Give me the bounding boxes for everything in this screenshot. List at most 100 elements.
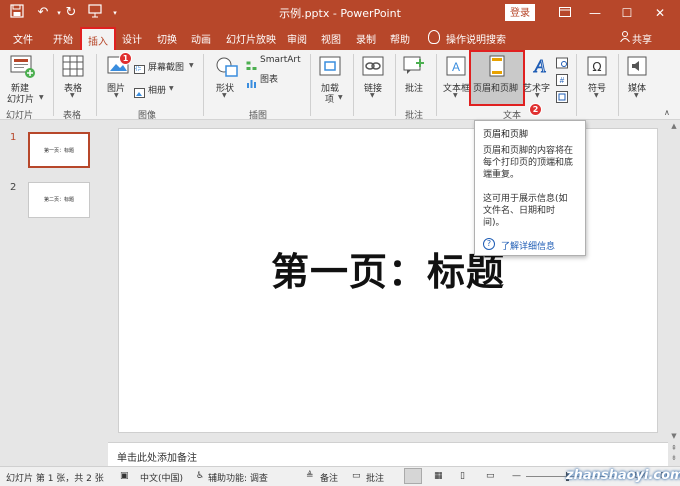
chevron-down-icon[interactable]: ▼ <box>338 94 343 101</box>
previous-slide-icon[interactable]: ⇞ <box>670 444 678 452</box>
comment-label[interactable]: 批注 <box>405 81 423 94</box>
collapse-ribbon-icon[interactable]: ∧ <box>664 108 670 117</box>
tab-help[interactable]: 帮助 <box>390 31 410 46</box>
minimize-icon[interactable]: — <box>580 2 610 24</box>
chevron-down-icon[interactable]: ▼ <box>114 92 119 99</box>
screenshot-label[interactable]: 屏幕截图 <box>148 60 184 73</box>
symbol-icon[interactable]: Ω <box>587 56 607 80</box>
tab-review[interactable]: 审阅 <box>287 31 307 46</box>
chevron-down-icon[interactable]: ▼ <box>634 92 639 99</box>
tab-animations[interactable]: 动画 <box>191 31 211 46</box>
group-divider <box>310 54 311 116</box>
tab-transitions[interactable]: 切换 <box>157 31 177 46</box>
notes-pane[interactable]: 单击此处添加备注 <box>108 442 668 466</box>
notes-icon[interactable]: ≜ <box>306 471 314 481</box>
addins-icon[interactable] <box>319 56 341 80</box>
tab-home[interactable]: 开始 <box>53 31 73 46</box>
object-icon[interactable] <box>556 88 568 107</box>
new-slide-icon[interactable] <box>10 55 36 83</box>
svg-text:#: # <box>560 76 565 85</box>
group-comments-label: 批注 <box>405 111 424 121</box>
login-button[interactable]: 登录 <box>505 4 535 21</box>
album-label[interactable]: 相册 <box>148 83 166 96</box>
comment-icon[interactable] <box>403 56 425 80</box>
header-footer-button[interactable]: 页眉和页脚 <box>469 50 525 106</box>
comments-toggle[interactable]: 批注 <box>366 471 384 484</box>
group-divider <box>395 54 396 116</box>
header-footer-label: 页眉和页脚 <box>473 84 519 94</box>
wordart-icon[interactable]: A <box>531 55 549 79</box>
close-icon[interactable]: ✕ <box>645 2 675 24</box>
tooltip-body: 页眉和页脚的内容将在 <box>483 146 574 156</box>
accessibility-status[interactable]: 辅助功能: 调查 <box>208 471 268 484</box>
slide-thumbnail[interactable]: 第一页：标题 <box>28 132 90 168</box>
group-divider <box>203 54 204 116</box>
group-images-label: 图像 <box>138 111 157 121</box>
chevron-down-icon[interactable]: ▼ <box>222 92 227 99</box>
notes-placeholder[interactable]: 单击此处添加备注 <box>117 449 197 464</box>
chart-label[interactable]: 图表 <box>260 72 278 85</box>
smartart-label[interactable]: SmartArt <box>260 55 301 65</box>
tab-insert[interactable]: 插入 <box>80 27 116 50</box>
group-divider <box>53 54 54 116</box>
chevron-down-icon[interactable]: ▼ <box>370 92 375 99</box>
slide-thumbnail[interactable]: 第二页：标题 <box>28 182 90 218</box>
share-button[interactable]: 共享 <box>632 31 652 46</box>
zoom-out-icon[interactable]: — <box>512 471 521 481</box>
accessibility-icon[interactable]: ♿ <box>196 471 204 481</box>
scroll-down-icon[interactable]: ▼ <box>670 432 678 440</box>
new-slide-label-2[interactable]: 幻灯片 <box>7 92 34 105</box>
link-icon[interactable] <box>362 56 384 80</box>
help-icon[interactable]: ? <box>483 238 495 250</box>
textbox-icon[interactable]: A <box>446 56 466 80</box>
next-slide-icon[interactable]: ⇟ <box>670 454 678 462</box>
spellcheck-icon[interactable]: ▣ <box>120 471 129 481</box>
slide-thumbnail-panel: 1 第一页：标题 2 第二页：标题 <box>0 120 108 465</box>
tab-file[interactable]: 文件 <box>13 31 33 46</box>
slide-thumbnail-text: 第二页：标题 <box>43 197 74 203</box>
slideshow-view-icon[interactable]: ▭ <box>486 471 495 481</box>
watermark: zhanshaoyi.com <box>566 468 680 483</box>
title-bar: ↶ ▾ ↻ ▾ 示例.pptx - PowerPoint 登录 — ☐ ✕ <box>0 0 680 26</box>
chevron-down-icon[interactable]: ▼ <box>70 92 75 99</box>
normal-view-icon[interactable] <box>404 468 422 484</box>
slide-count-status: 幻灯片 第 1 张，共 2 张 <box>6 474 104 484</box>
language-status[interactable]: 中文(中国) <box>140 471 183 484</box>
chevron-down-icon[interactable]: ▼ <box>594 92 599 99</box>
slide-thumbnail-text: 第一页：标题 <box>43 148 74 154</box>
tooltip-body: 文件名、日期和时 <box>483 206 556 216</box>
chevron-down-icon[interactable]: ▼ <box>189 62 194 69</box>
chevron-down-icon[interactable]: ▼ <box>453 92 458 99</box>
tab-record[interactable]: 录制 <box>356 31 376 46</box>
ribbon-display-icon[interactable] <box>550 2 580 24</box>
maximize-icon[interactable]: ☐ <box>612 2 642 24</box>
reading-view-icon[interactable]: ▯ <box>460 471 465 481</box>
svg-text:A: A <box>452 60 460 74</box>
tab-design[interactable]: 设计 <box>122 31 142 46</box>
group-divider <box>576 54 577 116</box>
shapes-icon[interactable] <box>215 56 239 82</box>
slide-number: 2 <box>10 182 17 193</box>
slide-number: 1 <box>10 132 17 143</box>
tooltip-body: 间)。 <box>483 218 505 228</box>
chevron-down-icon[interactable]: ▼ <box>169 85 174 92</box>
table-icon[interactable] <box>62 55 84 81</box>
chart-icon[interactable] <box>246 73 257 92</box>
screenshot-icon[interactable] <box>134 60 145 79</box>
chevron-down-icon[interactable]: ▼ <box>535 92 540 99</box>
tab-view[interactable]: 视图 <box>321 31 341 46</box>
album-icon[interactable] <box>134 83 145 102</box>
media-icon[interactable] <box>627 56 647 80</box>
learn-more-link[interactable]: 了解详细信息 <box>501 239 555 252</box>
group-illustrations-label: 插图 <box>249 111 268 121</box>
comments-icon[interactable]: ▭ <box>352 471 361 481</box>
slide-sorter-icon[interactable]: ▦ <box>434 471 443 481</box>
group-divider <box>618 54 619 116</box>
scroll-up-icon[interactable]: ▲ <box>670 122 678 130</box>
chevron-down-icon[interactable]: ▼ <box>39 94 44 101</box>
tell-me-search[interactable]: 操作说明搜索 <box>446 31 506 46</box>
tab-slideshow[interactable]: 幻灯片放映 <box>226 31 276 46</box>
vertical-scrollbar[interactable]: ▲ ▼ ⇞ ⇟ <box>668 120 680 466</box>
notes-toggle[interactable]: 备注 <box>320 471 338 484</box>
addins-label-2[interactable]: 项 <box>325 92 334 105</box>
